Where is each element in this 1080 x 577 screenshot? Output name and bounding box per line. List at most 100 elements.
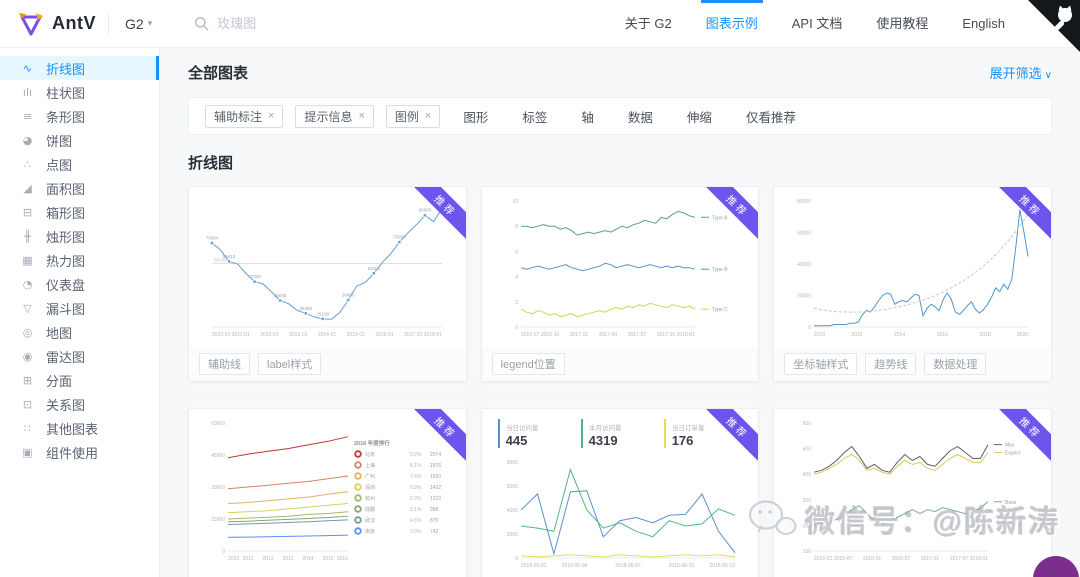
svg-text:2017-01: 2017-01 (920, 556, 939, 562)
svg-text:2016-07: 2016-07 (891, 556, 910, 562)
filter-item[interactable]: 数据 (628, 107, 653, 126)
nav-item[interactable]: 图表示例 (689, 0, 775, 48)
stat-item: 当日订单量 176 (663, 419, 717, 448)
expand-filter-link[interactable]: 展开筛选 ∨ (990, 63, 1052, 82)
filter-chip[interactable]: 辅助标注 × (205, 104, 284, 128)
filter-item[interactable]: 仅看推荐 (746, 107, 796, 126)
sidebar-item[interactable]: ◎ 地图 (0, 320, 159, 344)
svg-text:1210: 1210 (430, 496, 441, 502)
filter-item[interactable]: 轴 (581, 107, 594, 126)
filter-item[interactable]: 标签 (522, 107, 547, 126)
svg-text:2018-06-10: 2018-06-10 (669, 563, 695, 569)
brand-name: AntV (52, 13, 96, 33)
antv-brand[interactable]: AntV (0, 11, 96, 37)
svg-text:2017-04: 2017-04 (599, 332, 618, 338)
svg-text:6000: 6000 (507, 484, 518, 490)
svg-text:8: 8 (515, 224, 518, 230)
sidebar-item[interactable]: ▦ 热力图 (0, 248, 159, 272)
sidebar-item[interactable]: ◕ 饼图 (0, 128, 159, 152)
sidebar: ∿ 折线图 ılı 柱状图 ≡ 条形图 ◕ 饼图 ∴ 点图 ◢ 面积图 ⊟ 箱形… (0, 48, 160, 577)
filter-item[interactable]: 图形 (463, 107, 488, 126)
heatmap-chart-icon: ▦ (22, 253, 33, 267)
svg-text:15000: 15000 (211, 517, 225, 523)
svg-text:2012-01: 2012-01 (261, 332, 280, 338)
svg-text:2011: 2011 (243, 556, 254, 562)
sidebar-item[interactable]: ▣ 组件使用 (0, 440, 159, 464)
sidebar-item[interactable]: ∿ 折线图 (0, 56, 159, 80)
card-tags: 辅助线 label样式 (189, 347, 466, 381)
github-corner-icon[interactable] (1028, 0, 1080, 52)
svg-text:998: 998 (430, 507, 439, 513)
point-chart-icon: ∴ (24, 157, 31, 171)
sidebar-item[interactable]: ⊞ 分面 (0, 368, 159, 392)
sidebar-item-label: 地图 (46, 325, 73, 341)
card-tag[interactable]: legend位置 (491, 353, 565, 375)
svg-text:600: 600 (802, 421, 811, 427)
sidebar-item[interactable]: ╫ 烛形图 (0, 224, 159, 248)
sidebar-item[interactable]: ∷ 其他图表 (0, 416, 159, 440)
section-title: 折线图 (188, 155, 234, 172)
sidebar-item[interactable]: ◔ 仪表盘 (0, 272, 159, 296)
chart-card[interactable]: 推荐 10 8 6 4 2 0 2016-07 2016-10 2017-01 2017-04 20… (480, 186, 760, 382)
search-input[interactable] (217, 16, 428, 31)
svg-text:2016 年度排行: 2016 年度排行 (354, 439, 390, 447)
chart-card[interactable]: 推荐 60000 45000 30000 15000 0 2010 2011 2012 2013… (188, 408, 467, 577)
svg-text:2018-06-07: 2018-06-07 (615, 563, 641, 569)
chart-card[interactable]: 推荐 2010-01 2011-01 2012-01 2013-01 2014-01 20… (188, 186, 467, 382)
stat-item: 当日访问量 445 (497, 419, 551, 448)
sidebar-item[interactable]: ılı 柱状图 (0, 80, 159, 104)
sidebar-item[interactable]: ∴ 点图 (0, 152, 159, 176)
sidebar-item[interactable]: ⊡ 关系图 (0, 392, 159, 416)
svg-text:30000: 30000 (211, 485, 225, 491)
sidebar-item-label: 面积图 (46, 181, 86, 197)
sidebar-item-label: 烛形图 (46, 229, 86, 245)
sidebar-item[interactable]: ≡ 条形图 (0, 104, 159, 128)
sidebar-item[interactable]: ▽ 漏斗图 (0, 296, 159, 320)
box-chart-icon: ⊟ (22, 205, 33, 219)
svg-text:2017-01: 2017-01 (404, 332, 423, 338)
product-switcher[interactable]: G2 ▾ (125, 16, 152, 32)
chart-card[interactable]: 推荐 当日访问量 445 本月访问量 4319 当日订单量 176 8000 6000 4000… (480, 408, 760, 577)
nav-item[interactable]: English (945, 0, 1022, 48)
sidebar-item[interactable]: ◢ 面积图 (0, 176, 159, 200)
svg-text:28460: 28460 (300, 306, 313, 311)
gauge-chart-icon: ◔ (22, 277, 33, 291)
close-icon[interactable]: × (425, 110, 431, 122)
sidebar-item-label: 仪表盘 (46, 277, 86, 293)
card-tag[interactable]: 坐标轴样式 (784, 353, 858, 375)
pie-chart-icon: ◕ (22, 133, 33, 147)
filter-item[interactable]: 伸缩 (687, 107, 712, 126)
svg-text:2014: 2014 (894, 332, 905, 338)
svg-text:2018-06-01: 2018-06-01 (521, 563, 547, 569)
svg-text:2015: 2015 (323, 556, 334, 562)
close-icon[interactable]: × (268, 110, 274, 122)
svg-text:2000: 2000 (507, 532, 518, 538)
card-tag[interactable]: 辅助线 (199, 353, 250, 375)
close-icon[interactable]: × (358, 110, 364, 122)
radar-chart-icon: ◉ (22, 349, 33, 363)
navbar-menu: 关于 G2 图表示例 API 文档 使用教程 English (608, 0, 1080, 48)
svg-text:0: 0 (515, 556, 518, 562)
nav-item[interactable]: 关于 G2 (608, 0, 689, 48)
search-box[interactable] (194, 16, 428, 31)
chart-card[interactable]: 推荐 80000 60000 40000 20000 0 2010 2012 2014 2016… (773, 186, 1052, 382)
svg-text:2017-07: 2017-07 (628, 332, 647, 338)
svg-text:2010: 2010 (228, 556, 239, 562)
candlestick-chart-icon: ╫ (24, 229, 31, 243)
svg-text:深圳: 深圳 (365, 484, 375, 491)
svg-text:4.6%: 4.6% (410, 518, 422, 524)
nav-item[interactable]: API 文档 (775, 0, 860, 48)
filter-chip[interactable]: 提示信息 × (295, 104, 374, 128)
svg-text:2014: 2014 (303, 556, 314, 562)
card-tag[interactable]: 数据处理 (924, 353, 987, 375)
nav-item[interactable]: 使用教程 (859, 0, 945, 48)
filter-chip[interactable]: 图例 × (385, 104, 441, 128)
svg-text:500: 500 (802, 447, 811, 453)
card-tag[interactable]: label样式 (258, 353, 322, 375)
sidebar-item-label: 其他图表 (46, 421, 99, 437)
sidebar-item[interactable]: ◉ 雷达图 (0, 344, 159, 368)
svg-text:2015-01: 2015-01 (347, 332, 366, 338)
chart-card[interactable]: 推荐 600 500 400 300 200 100 2015-01 2015-07 2016-… (773, 408, 1052, 577)
sidebar-item[interactable]: ⊟ 箱形图 (0, 200, 159, 224)
card-tag[interactable]: 趋势线 (865, 353, 917, 375)
